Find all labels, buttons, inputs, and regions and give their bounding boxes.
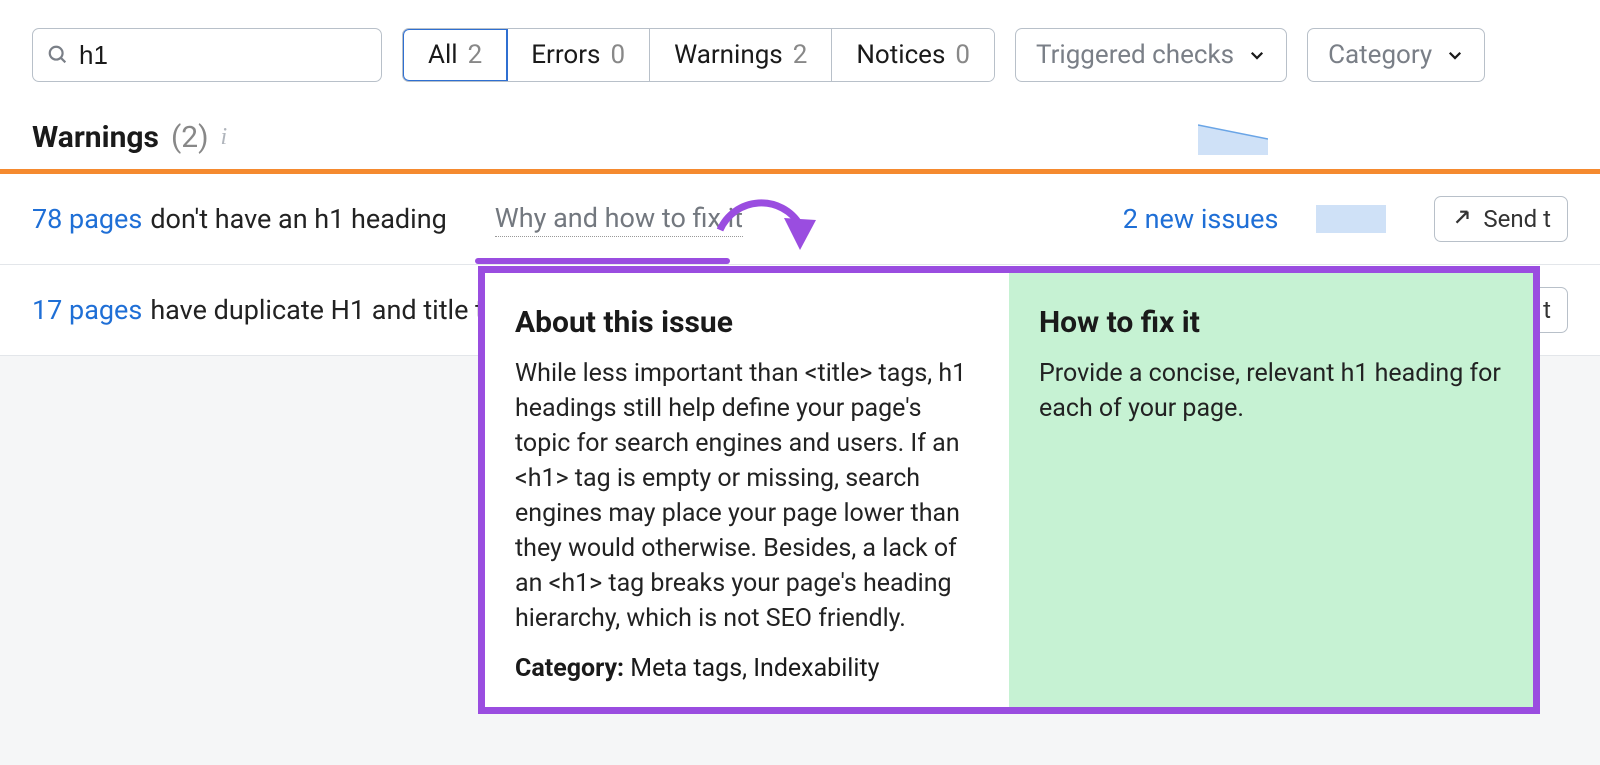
- tab-count: 0: [955, 40, 970, 70]
- chevron-down-icon: [1446, 46, 1464, 64]
- issue-details-popover: About this issue While less important th…: [478, 266, 1540, 714]
- issue-pages-link[interactable]: 78 pages: [32, 203, 142, 235]
- tab-errors[interactable]: Errors 0: [507, 29, 650, 81]
- issue-description: don't have an h1 heading: [150, 203, 446, 235]
- search-icon: [47, 44, 69, 66]
- tab-count: 0: [610, 40, 625, 70]
- tab-label: Errors: [531, 40, 600, 70]
- triggered-checks-dropdown[interactable]: Triggered checks: [1015, 28, 1287, 82]
- annotation-underline: [475, 258, 730, 264]
- section-count: (2): [171, 120, 209, 155]
- trend-sparkline: [1198, 121, 1268, 155]
- category-value: Meta tags, Indexability: [624, 654, 879, 683]
- dropdown-label: Triggered checks: [1036, 40, 1234, 70]
- dropdown-label: Category: [1328, 40, 1432, 70]
- about-title: About this issue: [515, 305, 979, 340]
- search-box[interactable]: [32, 28, 382, 82]
- send-arrow-icon: [1451, 208, 1473, 230]
- about-body: While less important than <title> tags, …: [515, 356, 979, 636]
- issue-description: have duplicate H1 and title ta: [150, 294, 498, 326]
- tab-count: 2: [793, 40, 808, 70]
- tab-count: 2: [468, 40, 483, 70]
- category-dropdown[interactable]: Category: [1307, 28, 1485, 82]
- about-panel: About this issue While less important th…: [485, 273, 1009, 707]
- send-label: Send t: [1483, 205, 1551, 233]
- fix-panel: How to fix it Provide a concise, relevan…: [1009, 273, 1533, 707]
- tab-label: Notices: [856, 40, 945, 70]
- search-input[interactable]: [79, 40, 414, 71]
- row-sparkline: [1316, 205, 1386, 233]
- annotation-arrow: [700, 170, 830, 270]
- tab-label: All: [428, 40, 458, 70]
- category-label: Category:: [515, 654, 624, 683]
- fix-title: How to fix it: [1039, 305, 1503, 340]
- category-line: Category: Meta tags, Indexability: [515, 654, 979, 683]
- tab-all[interactable]: All 2: [402, 28, 508, 82]
- chevron-down-icon: [1248, 46, 1266, 64]
- tab-warnings[interactable]: Warnings 2: [650, 29, 832, 81]
- new-issues-link[interactable]: 2 new issues: [1123, 203, 1279, 235]
- send-button[interactable]: Send t: [1434, 196, 1568, 242]
- tab-label: Warnings: [674, 40, 783, 70]
- section-title: Warnings: [32, 120, 159, 155]
- fix-body: Provide a concise, relevant h1 heading f…: [1039, 356, 1503, 426]
- tab-notices[interactable]: Notices 0: [832, 29, 994, 81]
- top-filter-bar: All 2 Errors 0 Warnings 2 Notices 0 Trig…: [0, 0, 1600, 102]
- issue-type-tabs: All 2 Errors 0 Warnings 2 Notices 0: [402, 28, 995, 82]
- info-icon[interactable]: i: [221, 124, 228, 151]
- warnings-section-header: Warnings (2) i: [0, 102, 1600, 169]
- issue-pages-link[interactable]: 17 pages: [32, 294, 142, 326]
